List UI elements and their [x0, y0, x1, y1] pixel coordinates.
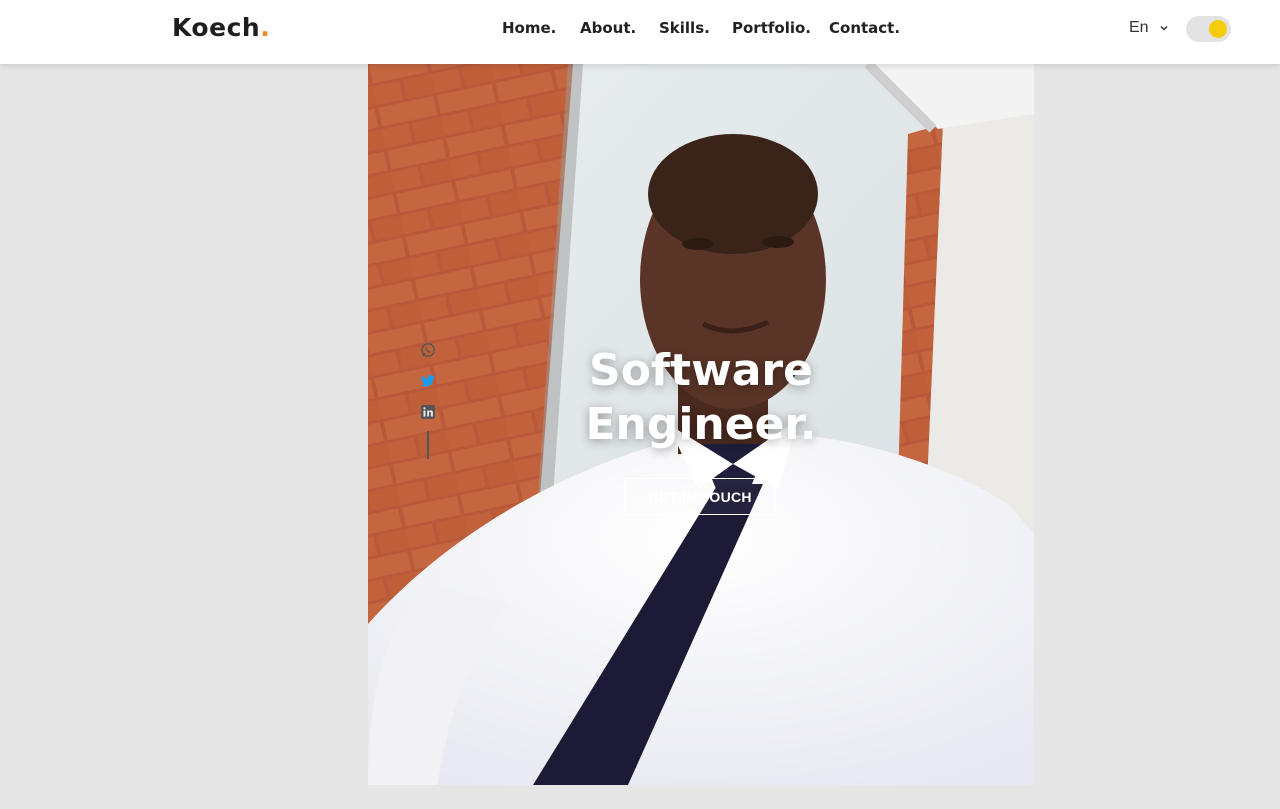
nav-link-home[interactable]: Home.	[502, 19, 556, 37]
chevron-down-icon	[1160, 25, 1168, 31]
logo-text: Koech	[172, 13, 261, 42]
nav-link-skills[interactable]: Skills.	[659, 19, 710, 37]
nav-link-portfolio[interactable]: Portfolio.	[732, 19, 811, 37]
hero-title-line1: Software	[589, 345, 813, 396]
hero-section: Software Engineer. GET IN TOUCH	[368, 64, 1034, 785]
logo-dot: .	[260, 13, 271, 42]
get-in-touch-button[interactable]: GET IN TOUCH	[624, 478, 776, 515]
language-select[interactable]: En	[1129, 19, 1169, 37]
toggle-knob	[1209, 20, 1227, 38]
hero-title: Software Engineer.	[368, 344, 1034, 452]
logo[interactable]: Koech.	[172, 13, 270, 42]
language-value: En	[1129, 19, 1149, 36]
navbar: Koech. Home. About. Skills. Portfolio. C…	[0, 0, 1280, 64]
hero-title-line2: Engineer.	[585, 399, 817, 450]
theme-toggle[interactable]	[1186, 16, 1231, 42]
nav-link-contact[interactable]: Contact.	[829, 19, 900, 37]
nav-link-about[interactable]: About.	[580, 19, 636, 37]
